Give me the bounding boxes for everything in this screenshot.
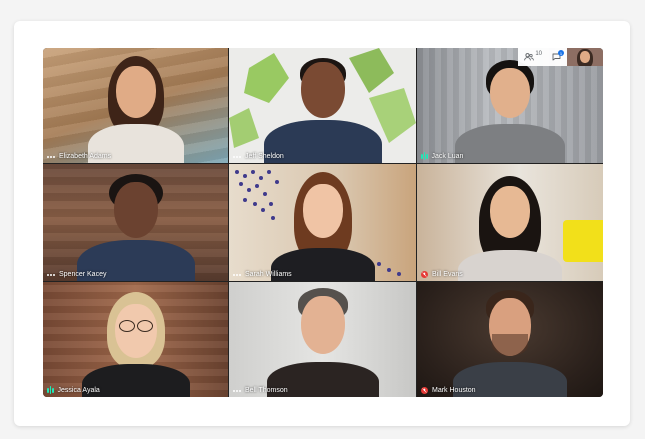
video-tile[interactable]: Spencer Kacey — [43, 164, 228, 281]
participant-name: Bell Thomson — [245, 387, 288, 394]
people-icon — [524, 53, 535, 61]
participant-name: Jack Luan — [431, 152, 464, 160]
participant-name: Jessica Ayala — [57, 386, 100, 394]
meeting-toolbar: 10 1 — [518, 48, 603, 66]
participant-nametag: Sarah Williams — [233, 271, 292, 278]
audio-indicator-icon — [233, 273, 241, 276]
participant-nametag: Spencer Kacey — [47, 271, 106, 278]
chat-button[interactable]: 1 — [552, 50, 564, 61]
yellow-chair — [563, 220, 603, 262]
participant-name: Bill Evans — [432, 271, 463, 278]
participant-face — [302, 184, 343, 238]
participant-nametag: Mark Houston — [421, 387, 476, 394]
people-count: 10 — [535, 51, 542, 57]
video-tile[interactable]: Jeff Sheldon — [229, 48, 416, 163]
mic-muted-icon — [421, 271, 428, 278]
mic-muted-icon — [421, 387, 428, 394]
participant-nametag: Jack Luan — [421, 152, 463, 160]
participant-name: Spencer Kacey — [59, 271, 107, 278]
people-button[interactable]: 10 — [524, 51, 542, 61]
participant-face — [115, 66, 156, 118]
audio-indicator-icon — [233, 389, 241, 392]
participant-nametag: Jeff Sheldon — [233, 153, 284, 160]
toolbar-buttons: 10 1 — [518, 48, 567, 66]
participant-face — [300, 62, 345, 118]
participant-nametag: Bell Thomson — [233, 387, 288, 394]
participant-face — [114, 304, 157, 358]
participant-face — [113, 182, 158, 238]
participant-name: Mark Houston — [432, 387, 476, 394]
beard — [492, 334, 528, 356]
chat-badge: 1 — [558, 50, 564, 56]
participant-nametag: Jessica Ayala — [47, 386, 100, 394]
participant-face — [300, 296, 345, 354]
speaking-indicator-icon — [47, 386, 54, 394]
video-tile[interactable]: Jessica Ayala — [43, 282, 228, 397]
audio-indicator-icon — [233, 155, 241, 158]
glasses — [117, 320, 155, 332]
video-tile[interactable]: Sarah Williams — [229, 164, 416, 281]
participant-name: Jeff Sheldon — [245, 153, 284, 160]
video-tile[interactable]: Mark Houston — [417, 282, 603, 397]
participant-body — [458, 250, 562, 281]
participant-name: Elizabeth Adams — [59, 153, 112, 160]
participant-name: Sarah Williams — [245, 271, 292, 278]
participant-nametag: Elizabeth Adams — [47, 153, 111, 160]
participant-body — [455, 124, 565, 163]
participant-face — [490, 68, 530, 118]
audio-indicator-icon — [47, 155, 55, 158]
video-tile[interactable]: Bill Evans — [417, 164, 603, 281]
video-tile[interactable]: Bell Thomson — [229, 282, 416, 397]
audio-indicator-icon — [47, 273, 55, 276]
video-tile[interactable]: Jack Luan 10 1 — [417, 48, 603, 163]
video-grid: Elizabeth Adams Jeff Sheldon Jack Luan 1… — [43, 48, 603, 397]
speaking-indicator-icon — [421, 152, 428, 160]
participant-face — [490, 186, 530, 238]
self-view-thumbnail[interactable] — [567, 48, 603, 66]
participant-nametag: Bill Evans — [421, 271, 463, 278]
video-tile[interactable]: Elizabeth Adams — [43, 48, 228, 163]
